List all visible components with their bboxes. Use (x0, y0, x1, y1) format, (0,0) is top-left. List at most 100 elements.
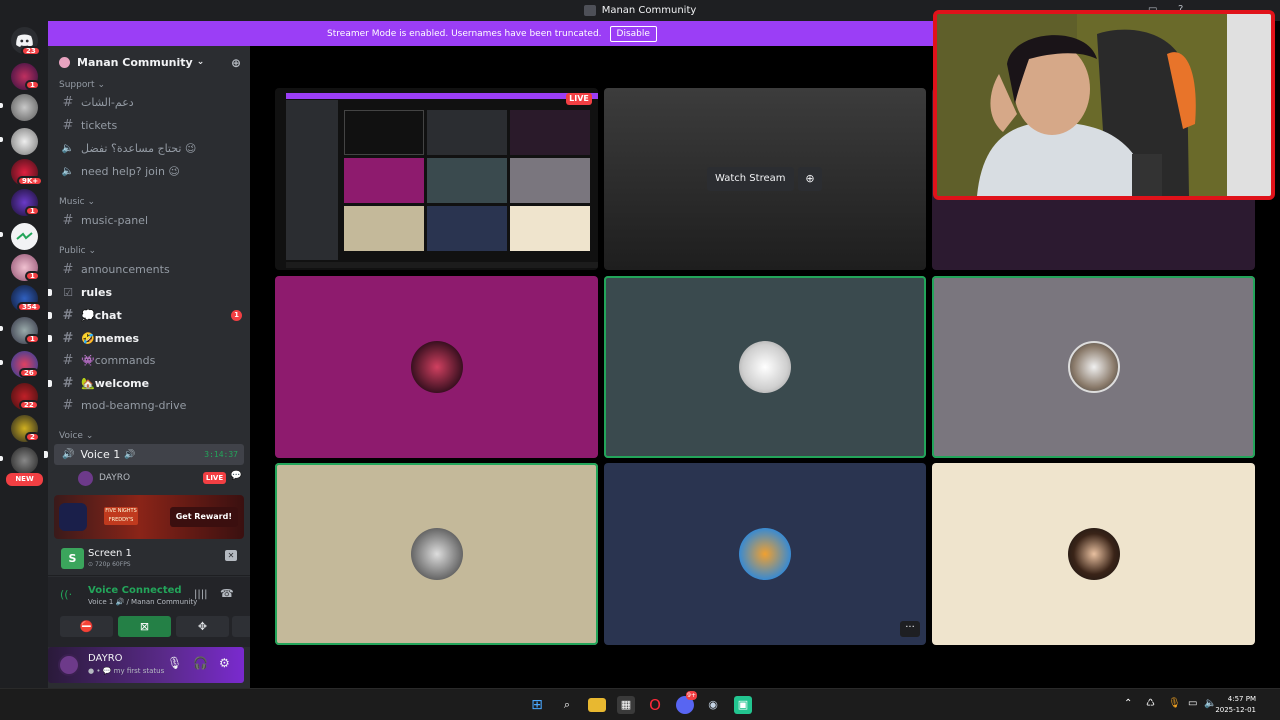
channel-chat[interactable]: # 💭chat 1 (48, 306, 248, 325)
category-label: Voice (59, 431, 83, 441)
preview-sidebar (286, 100, 338, 260)
participant-tile[interactable] (932, 463, 1255, 645)
invite-icon[interactable]: ⊕ (231, 56, 241, 70)
voice-user-dayro[interactable]: DAYRO LIVE 💬 (78, 469, 244, 487)
search-icon[interactable]: ⌕ (558, 696, 576, 714)
screen-share-icon: S (61, 548, 84, 569)
category-label: Public (59, 246, 86, 256)
unread-dot (48, 289, 52, 296)
channel-label: 👾commands (81, 354, 156, 367)
server-icon-7[interactable]: 1 (11, 254, 40, 281)
channel-support-ar[interactable]: # دعم-الشات (58, 93, 248, 112)
popout-icon[interactable]: ⊕ (798, 167, 822, 191)
tray-app-icon[interactable]: ♺ (1146, 698, 1155, 709)
channel-label: دعم-الشات (81, 96, 134, 109)
soundwave-icon[interactable]: |||| (194, 589, 207, 600)
server-icon-12[interactable]: 2 (11, 415, 40, 442)
voice-channel-voice-1[interactable]: 🔊 Voice 1 🔊 3:14:37 (44, 444, 244, 465)
window-title: Manan Community (601, 5, 697, 16)
hash-icon: # (62, 95, 74, 110)
channel-music-panel[interactable]: # music-panel (58, 211, 248, 230)
participant-tile[interactable] (604, 276, 926, 458)
channel-rules[interactable]: ☑ rules (48, 283, 248, 302)
steam-icon[interactable]: ◉ (704, 696, 722, 714)
server-icon-9[interactable]: 1 (11, 317, 40, 344)
screen-share-button[interactable]: ⊠ (118, 616, 171, 637)
channel-tickets[interactable]: # tickets (58, 116, 248, 135)
channel-memes[interactable]: # 🤣memes (48, 329, 248, 348)
headphones-icon[interactable]: 🎧 (193, 656, 208, 670)
participant-tile[interactable] (932, 276, 1255, 458)
discord-taskbar-icon[interactable]: 9+ (676, 691, 697, 714)
server-header[interactable]: Manan Community ⌄ ⊕ (48, 46, 250, 78)
server-icon (59, 56, 70, 68)
participant-tile[interactable] (275, 276, 598, 458)
server-icon-4[interactable]: 9K+ (11, 159, 44, 186)
system-clock[interactable]: 4:57 PM 2025-12-01 (1215, 694, 1256, 716)
folder-icon[interactable] (588, 698, 606, 712)
voice-location[interactable]: Voice 1 🔊 / Manan Community (88, 598, 197, 606)
participant-tile[interactable]: ··· (604, 463, 926, 645)
avatar[interactable] (58, 654, 80, 676)
stream-preview-tile[interactable]: Watch Stream ⊕ (604, 88, 926, 270)
gear-icon[interactable]: ⚙ (219, 656, 230, 670)
server-icon-1[interactable]: 1 (11, 63, 40, 90)
server-icon-11[interactable]: 22 (11, 383, 39, 410)
preview-tile (344, 206, 424, 251)
channel-announcements[interactable]: # announcements (58, 260, 248, 279)
signal-icon[interactable]: ((· (60, 588, 72, 601)
network-icon[interactable]: ▭ (1188, 698, 1197, 709)
watch-stream-button[interactable]: Watch Stream (707, 167, 794, 191)
activity-button[interactable]: ✥ (176, 616, 229, 637)
new-unreads-pill[interactable]: NEW (6, 473, 43, 486)
zigzag-logo-icon (16, 232, 33, 240)
chevron-up-icon[interactable]: ⌃ (1124, 698, 1132, 709)
banner-text: Streamer Mode is enabled. Usernames have… (327, 28, 602, 39)
server-icon-8[interactable]: 354 (11, 285, 42, 312)
custom-status[interactable]: ● • 💬 my first status (88, 667, 164, 675)
category-support[interactable]: Support ⌄ (59, 80, 105, 90)
server-badge-12: 2 (25, 432, 40, 442)
server-badge-8: 354 (17, 302, 42, 312)
channel-label: music-panel (81, 214, 149, 227)
window-icon (583, 5, 596, 16)
windows-icon[interactable]: ⊞ (528, 696, 546, 714)
server-icon-6[interactable] (11, 223, 38, 250)
app-icon[interactable]: ▣ (734, 696, 752, 714)
get-reward-button[interactable]: Get Reward! (169, 507, 238, 527)
hash-icon: # (62, 308, 74, 323)
participant-tile[interactable] (275, 463, 598, 645)
server-icon-10[interactable]: 26 (11, 351, 39, 378)
disable-streamer-mode-button[interactable]: Disable (609, 25, 657, 42)
screen-share-tile[interactable]: LIVE (275, 88, 598, 270)
mention-badge: 1 (231, 310, 242, 321)
home-button[interactable]: 23 (11, 27, 41, 56)
speaker-icon: 🔈 (61, 166, 75, 177)
server-icon-2[interactable] (11, 94, 38, 121)
mic-tray-icon[interactable]: 🎙 (1168, 698, 1181, 709)
channel-commands[interactable]: # 👾commands (58, 351, 248, 370)
server-icon-13[interactable] (11, 447, 38, 474)
opera-icon[interactable]: O (646, 696, 664, 714)
disconnect-icon[interactable]: ☎ (220, 587, 234, 600)
category-voice[interactable]: Voice ⌄ (59, 431, 93, 441)
stop-stream-button[interactable]: ✕ (225, 550, 237, 561)
server-icon-5[interactable]: 1 (11, 189, 40, 216)
more-options-button[interactable]: ··· (900, 621, 920, 637)
category-public[interactable]: Public ⌄ (59, 246, 96, 256)
server-icon-3[interactable] (11, 128, 38, 155)
webcam-toggle-button[interactable]: ⛔ (60, 616, 113, 637)
channel-mod-beamng[interactable]: # mod-beamng-drive (58, 396, 248, 415)
voice-channel-help-ar[interactable]: 🔈 تحتاج مساعدة؟ تفضل 😉 (58, 139, 248, 158)
voice-channel-help-en[interactable]: 🔈 need help? join 😉 (58, 162, 248, 181)
promo-logo: FIVE NIGHTS FREDDY'S (104, 507, 138, 525)
voice-connected-label[interactable]: Voice Connected (88, 585, 182, 596)
channel-label: need help? join 😉 (81, 165, 180, 178)
channel-label: announcements (81, 263, 170, 276)
username[interactable]: DAYRO (88, 653, 123, 664)
store-icon[interactable]: ▦ (617, 696, 635, 714)
category-music[interactable]: Music ⌄ (59, 197, 95, 207)
mic-icon[interactable]: 🎙 (167, 656, 182, 670)
live-badge: LIVE (566, 93, 592, 105)
channel-welcome[interactable]: # 🏡welcome (48, 374, 248, 393)
